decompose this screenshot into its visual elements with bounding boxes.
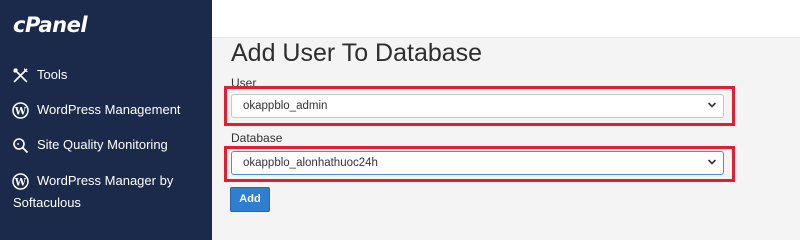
sidebar-item-label: WordPress Manager by — [37, 173, 174, 188]
database-select-value: okappblo_alonhathuoc24h — [243, 157, 378, 169]
user-select[interactable]: okappblo_admin — [231, 94, 724, 118]
sidebar: cPanel Tools W WordPress Management Site… — [0, 0, 212, 240]
svg-text:W: W — [14, 107, 27, 118]
svg-text:W: W — [14, 178, 27, 189]
sidebar-item-wordpress-manager[interactable]: W WordPress Manager by Softaculous — [12, 170, 204, 214]
database-label: Database — [231, 131, 283, 145]
tools-icon — [13, 68, 28, 83]
sidebar-item-label: Tools — [37, 67, 68, 82]
chevron-down-icon — [707, 102, 717, 108]
cpanel-logo[interactable]: cPanel — [13, 13, 88, 37]
sidebar-item-tools[interactable]: Tools — [12, 64, 204, 86]
user-select-value: okappblo_admin — [243, 100, 328, 112]
add-button[interactable]: Add — [230, 187, 270, 212]
chevron-down-icon — [707, 159, 717, 165]
page-title: Add User To Database — [231, 39, 483, 67]
sidebar-item-site-quality-monitoring[interactable]: Site Quality Monitoring — [12, 134, 204, 156]
sidebar-item-wordpress-management[interactable]: W WordPress Management — [12, 99, 204, 121]
sidebar-item-label: WordPress Management — [37, 102, 181, 117]
wordpress-icon: W — [12, 173, 29, 190]
database-select[interactable]: okappblo_alonhathuoc24h — [231, 151, 724, 175]
sidebar-item-label: Site Quality Monitoring — [37, 137, 168, 152]
main-content — [212, 38, 800, 240]
search-icon — [13, 138, 29, 154]
wordpress-icon: W — [12, 102, 29, 119]
top-bar — [212, 0, 800, 38]
sidebar-item-label-line2: Softaculous — [13, 195, 81, 210]
